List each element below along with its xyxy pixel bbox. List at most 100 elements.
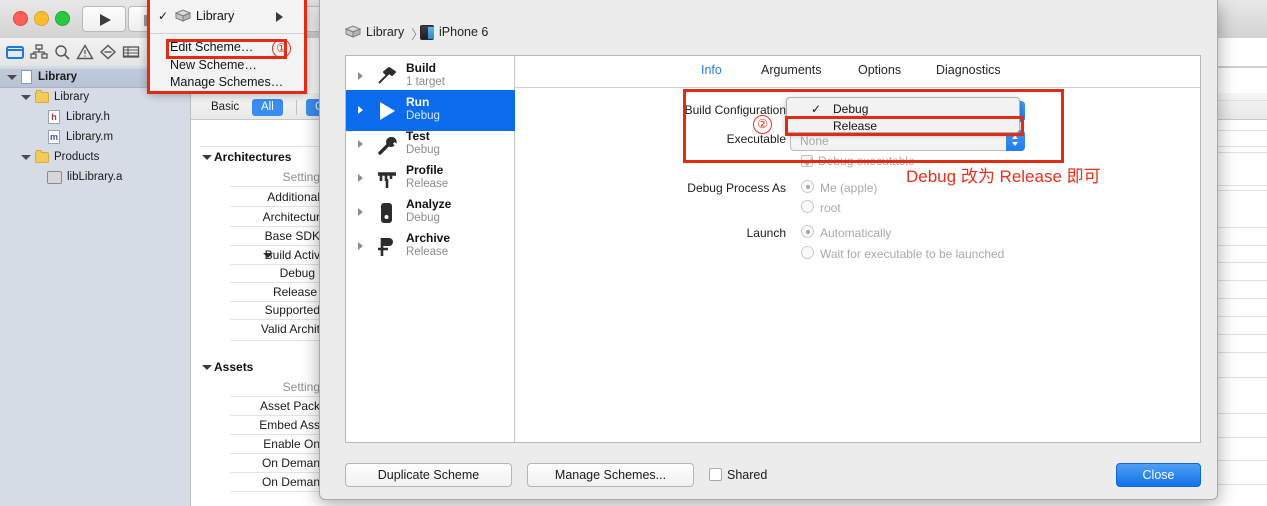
folder-icon [35,150,49,163]
action-subtitle: Debug [406,144,440,156]
action-title: Run [406,95,430,109]
warning-icon[interactable] [76,44,94,60]
build-settings-row[interactable]: Base SDK [205,229,320,243]
gauge-icon [378,172,396,188]
divider [1216,352,1267,353]
chevron-down-icon[interactable] [202,365,212,370]
device-icon [420,25,434,40]
issue-icon[interactable] [99,44,117,60]
chevron-down-icon[interactable] [21,95,31,100]
build-settings-row[interactable]: Release [205,285,317,299]
breadcrumb-destination[interactable]: iPhone 6 [439,25,488,39]
build-settings-row[interactable]: On Deman [205,456,320,470]
navigator-row-products[interactable]: Products [0,148,190,166]
window-minimize-button[interactable] [34,11,49,26]
divider [1216,484,1267,485]
chevron-right-icon[interactable] [358,106,363,114]
navigator-row-library-h[interactable]: h Library.h [0,108,190,126]
action-subtitle: Release [406,246,449,258]
annotation-note: Debug 改为 Release 即可 [906,167,1101,186]
action-subtitle: Debug [406,212,440,224]
duplicate-scheme-button[interactable]: Duplicate Scheme [345,463,512,487]
run-button[interactable] [82,6,126,32]
build-settings-row[interactable]: On Deman [205,475,320,489]
divider [1216,334,1267,335]
chevron-right-icon[interactable] [358,242,363,250]
divider [1216,298,1267,299]
header-file-icon: h [48,110,60,124]
build-settings-row[interactable]: Debug [205,266,315,280]
project-icon [21,70,32,84]
launch-wait-label: Wait for executable to be launched [820,247,1005,261]
action-subtitle: Debug [406,110,440,122]
divider [1216,66,1267,68]
build-settings-row[interactable]: Architectur [205,210,320,224]
tab-info[interactable]: Info [701,63,722,77]
navigator-row-liblibrary-a[interactable]: libLibrary.a [0,168,190,186]
chevron-right-icon[interactable] [358,174,363,182]
tab-options[interactable]: Options [858,63,901,77]
close-button[interactable]: Close [1116,463,1201,487]
divider [1216,185,1267,186]
window-close-button[interactable] [13,11,28,26]
divider [1216,245,1267,246]
navigator-row-label: Library [54,91,90,103]
chevron-down-icon[interactable] [21,155,31,160]
filter-basic-button[interactable]: Basic [202,99,248,116]
build-settings-group-title: Architectures [214,150,292,164]
launch-label: Launch [746,226,786,240]
navigator-row-label: Library.h [66,111,110,123]
play-icon [380,102,395,120]
search-icon[interactable] [53,44,71,60]
stethoscope-icon [381,203,392,223]
chevron-right-icon[interactable] [358,72,363,80]
build-settings-row[interactable]: Enable On [205,437,320,451]
chevron-right-icon[interactable] [358,140,363,148]
play-icon [100,14,111,26]
build-settings-row[interactable]: Valid Archit [205,322,320,336]
radio-launch-automatically[interactable] [801,225,814,238]
divider [1216,316,1267,317]
navigator-row-label: libLibrary.a [67,171,123,183]
build-settings-row[interactable]: Supported [205,303,320,317]
divider [1216,130,1267,131]
hierarchy-icon[interactable] [30,44,48,60]
build-settings-row[interactable]: Embed Ass [205,418,320,432]
radio-debug-process-me[interactable] [801,180,814,193]
action-title: Build [406,61,436,75]
action-subtitle: 1 target [406,76,445,88]
filter-all-button[interactable]: All [252,99,283,116]
navigator-row-library-m[interactable]: m Library.m [0,128,190,146]
tab-diagnostics[interactable]: Diagnostics [936,63,1001,77]
window-zoom-button[interactable] [55,11,70,26]
scheme-action-archive[interactable]: Archive Release [346,226,515,267]
navigator-row-label: Library [38,71,77,83]
chevron-right-icon[interactable] [358,208,363,216]
chevron-down-icon[interactable] [7,75,17,80]
divider [1216,460,1267,461]
action-title: Archive [406,231,451,245]
divider [1216,437,1267,438]
manage-schemes-button[interactable]: Manage Schemes... [527,463,694,487]
radio-launch-wait[interactable] [801,246,814,259]
build-settings-column-header: Setting [282,380,320,394]
tab-arguments[interactable]: Arguments [761,63,821,77]
breadcrumb-scheme-name[interactable]: Library [366,25,404,39]
radio-debug-process-root[interactable] [801,200,814,213]
navigator-row-label: Library.m [66,131,114,143]
divider [1216,190,1267,191]
build-settings-row[interactable]: Build Activ [205,248,320,262]
action-title: Profile [406,163,444,177]
hammer-icon [378,67,396,84]
build-settings-row[interactable]: Asset Pack [205,399,320,413]
action-subtitle: Release [406,178,449,190]
scheme-icon [345,25,361,38]
shared-checkbox[interactable] [709,468,722,481]
chevron-down-icon[interactable] [202,155,212,160]
divider [1216,262,1267,263]
build-settings-row[interactable]: Additional [205,190,320,204]
source-file-icon: m [48,130,60,144]
report-icon[interactable] [122,44,140,60]
folder-icon[interactable] [6,44,24,60]
annotation-box-release-item [785,116,1024,136]
